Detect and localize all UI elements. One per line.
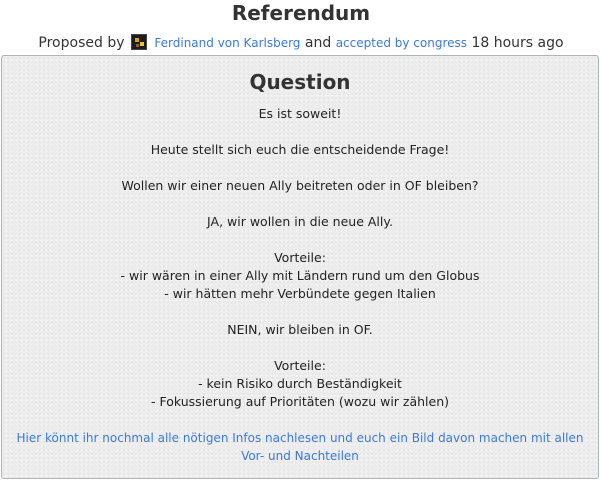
- question-body: Es ist soweit! Heute stellt sich euch die…: [2, 105, 598, 411]
- question-panel: Question Es ist soweit! Heute stellt sich…: [1, 55, 599, 479]
- and-label: and: [304, 35, 332, 51]
- avatar-icon[interactable]: [130, 34, 147, 50]
- status-link[interactable]: accepted by congress: [336, 36, 467, 50]
- author-link[interactable]: Ferdinand von Karlsberg: [154, 36, 300, 50]
- question-text-line: - Fokussierung auf Prioritäten (wozu wir…: [150, 394, 450, 409]
- info-link[interactable]: Hier könnt ihr nochmal alle nötigen Info…: [10, 429, 590, 465]
- page-title: Referendum: [231, 1, 371, 25]
- referendum-page: Referendum Proposed by Ferdinand von Kar…: [0, 0, 602, 483]
- question-text-line: - wir wären in einer Ally mit Ländern ru…: [120, 268, 480, 283]
- question-text-line: JA, wir wollen in die neue Ally.: [207, 214, 393, 229]
- question-text-line: NEIN, wir bleiben in OF.: [227, 322, 373, 337]
- time-ago: 18 hours ago: [471, 35, 564, 51]
- proposal-byline: Proposed by Ferdinand von Karlsberg and …: [0, 34, 602, 52]
- question-text-line: Heute stellt sich euch die entscheidende…: [150, 142, 450, 157]
- proposed-by-label: Proposed by: [38, 35, 125, 51]
- question-text-line: - wir hätten mehr Verbündete gegen Itali…: [164, 286, 436, 301]
- question-text-line: Wollen wir einer neuen Ally beitreten od…: [121, 178, 479, 193]
- question-text-line: Vorteile:: [274, 358, 326, 373]
- question-heading: Question: [249, 70, 351, 94]
- question-text-line: Vorteile:: [274, 250, 326, 265]
- question-text-line: Es ist soweit!: [258, 106, 342, 121]
- question-text-line: - kein Risiko durch Beständigkeit: [198, 376, 402, 391]
